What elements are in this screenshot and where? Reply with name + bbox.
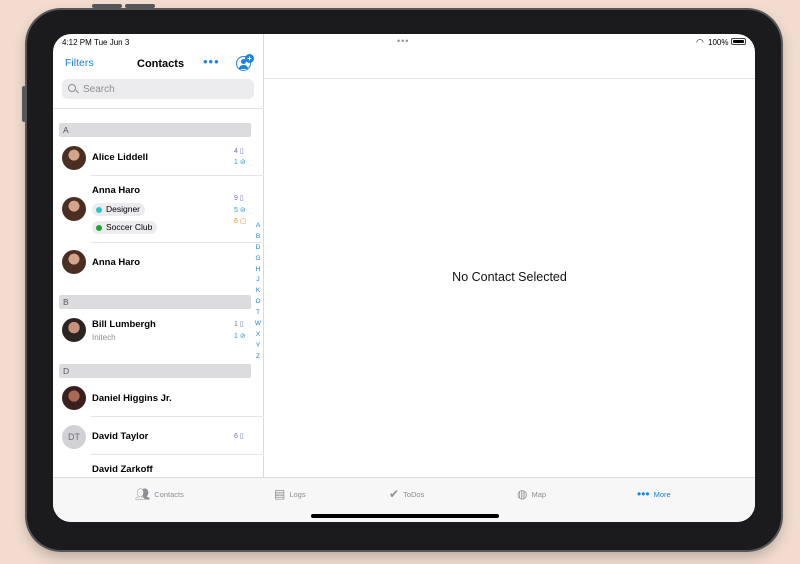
divider	[53, 108, 264, 109]
alphabet-index[interactable]: A B D G H J K O T W X Y Z	[253, 222, 263, 364]
contact-name: Bill Lumbergh	[92, 319, 156, 330]
contacts-sidebar: Filters Contacts ••• + A Alice Liddell 4…	[53, 34, 264, 522]
tag-color-dot	[96, 224, 102, 231]
tag-badge: Designer	[92, 203, 146, 216]
tag-color-dot	[96, 206, 102, 213]
index-letter[interactable]: G	[253, 255, 263, 266]
files-count: 6 ▢	[234, 218, 247, 225]
tab-logs[interactable]: ▤ Logs	[274, 487, 306, 501]
people-icon: 👥︎	[135, 487, 151, 501]
divider	[91, 242, 264, 243]
avatar	[62, 318, 86, 342]
contact-name: Alice Liddell	[92, 152, 148, 163]
wifi-icon: ◠	[696, 37, 704, 47]
contact-name: Anna Haro	[92, 257, 141, 268]
page-title: Contacts	[137, 58, 185, 70]
index-letter[interactable]: T	[253, 309, 263, 320]
avatar-initials: DT	[62, 425, 86, 449]
multitasking-dots-icon[interactable]: •••	[397, 36, 409, 46]
logs-count: 6 ▯	[234, 433, 244, 440]
notebook-icon: ▯	[239, 433, 244, 440]
avatar	[62, 146, 86, 170]
checkmark-icon: ⊘	[239, 333, 246, 340]
todos-count: 1 ⊘	[234, 333, 246, 340]
index-letter[interactable]: Z	[253, 353, 263, 364]
divider	[91, 175, 264, 176]
notebook-icon: ▯	[239, 148, 244, 155]
logs-count: 9 ▯	[234, 195, 244, 202]
divider	[91, 454, 264, 455]
todos-count: 1 ⊘	[234, 159, 246, 166]
screen: 4:12 PM Tue Jun 3 ••• ◠ 100% Filters Con…	[53, 34, 755, 522]
side-button	[22, 86, 26, 122]
more-options-icon[interactable]: •••	[203, 54, 220, 69]
index-letter[interactable]: O	[253, 298, 263, 309]
contact-name: David Taylor	[92, 431, 149, 442]
index-letter[interactable]: J	[253, 276, 263, 287]
avatar	[62, 250, 86, 274]
tab-map[interactable]: ◍ Map	[517, 487, 546, 501]
notebook-icon: ▯	[239, 321, 244, 328]
index-letter[interactable]: D	[253, 244, 263, 255]
detail-header-divider	[264, 78, 755, 79]
index-letter[interactable]: H	[253, 266, 263, 277]
index-letter[interactable]: X	[253, 331, 263, 342]
notebook-icon: ▯	[239, 195, 244, 202]
checkmark-icon: ✔	[389, 487, 400, 501]
empty-state-message: No Contact Selected	[452, 270, 567, 284]
logs-count: 1 ▯	[234, 321, 244, 328]
todos-count: 5 ⊘	[234, 207, 246, 214]
contact-name: Daniel Higgins Jr.	[92, 393, 172, 404]
home-indicator	[311, 514, 499, 518]
ellipsis-icon: •••	[637, 487, 650, 501]
volume-button	[125, 4, 155, 8]
search-icon	[68, 84, 76, 92]
avatar	[62, 386, 86, 410]
battery-percentage: 100%	[708, 38, 729, 47]
volume-button	[92, 4, 122, 8]
battery-icon	[731, 38, 746, 45]
index-letter[interactable]: K	[253, 287, 263, 298]
avatar	[62, 197, 86, 221]
logs-count: 4 ▯	[234, 148, 244, 155]
tab-todos[interactable]: ✔ ToDos	[389, 487, 424, 501]
document-icon: ▢	[239, 218, 247, 225]
add-contact-icon[interactable]: +	[236, 54, 254, 71]
index-letter[interactable]: A	[253, 222, 263, 233]
checkmark-icon: ⊘	[239, 207, 246, 214]
checkmark-icon: ⊘	[239, 159, 246, 166]
search-bar[interactable]	[62, 79, 254, 99]
tag-badge: Soccer Club	[92, 221, 158, 234]
search-input[interactable]	[83, 81, 243, 97]
tab-contacts[interactable]: 👥︎ Contacts	[135, 487, 184, 501]
notebook-icon: ▤	[274, 487, 286, 501]
filters-button[interactable]: Filters	[65, 57, 94, 69]
section-header-a: A	[59, 123, 251, 137]
index-letter[interactable]: W	[253, 320, 263, 331]
contact-company: Initech	[92, 333, 116, 342]
globe-icon: ◍	[517, 487, 528, 501]
contact-name: David Zarkoff	[92, 464, 153, 475]
section-header-b: B	[59, 295, 251, 309]
divider	[91, 416, 264, 417]
section-header-d: D	[59, 364, 251, 378]
tab-more[interactable]: ••• More	[637, 487, 671, 501]
index-letter[interactable]: B	[253, 233, 263, 244]
index-letter[interactable]: Y	[253, 342, 263, 353]
contact-name: Anna Haro	[92, 185, 141, 196]
